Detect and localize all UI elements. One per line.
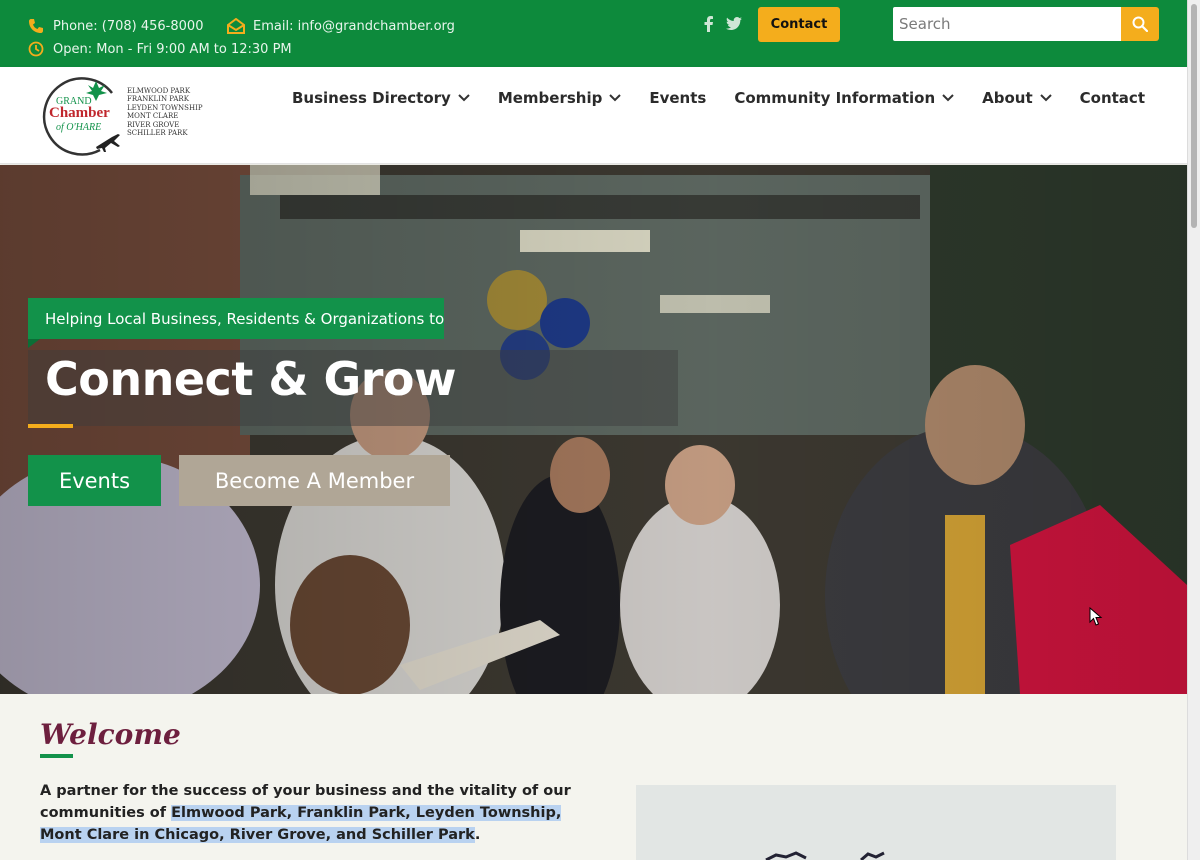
search-button[interactable] [1121,7,1159,41]
nav-business-directory[interactable]: Business Directory [292,89,470,107]
nav-community-information[interactable]: Community Information [734,89,954,107]
chevron-down-icon [942,94,954,102]
nav-contact[interactable]: Contact [1080,89,1145,107]
page-scrollbar[interactable] [1187,0,1200,860]
chevron-down-icon [1039,94,1052,102]
search-box [893,7,1159,41]
svg-text:of O'HARE: of O'HARE [56,122,101,133]
hours-text: Open: Mon - Fri 9:00 AM to 12:30 PM [53,41,292,57]
envelope-open-icon [227,17,245,35]
welcome-image-panel [636,785,1116,860]
clock-icon [27,40,45,58]
welcome-paragraph: A partner for the success of your busine… [40,783,571,843]
search-icon [1132,16,1148,32]
social-links [700,15,742,33]
nav-membership[interactable]: Membership [498,89,622,107]
facebook-icon[interactable] [700,15,716,33]
phone-text: Phone: (708) 456-8000 [53,18,204,34]
hours: Open: Mon - Fri 9:00 AM to 12:30 PM [27,40,292,58]
contact-button-top[interactable]: Contact [758,7,840,42]
twitter-icon[interactable] [726,15,742,33]
events-button[interactable]: Events [28,455,161,506]
logo-towns: ELMWOOD PARK FRANKLIN PARK LEYDEN TOWNSH… [127,87,203,138]
mouse-cursor-icon [1089,607,1103,626]
welcome-heading: Welcome [40,718,181,751]
become-member-button[interactable]: Become A Member [179,455,450,506]
welcome-accent-bar [40,754,73,758]
phone-link[interactable]: Phone: (708) 456-8000 [27,17,203,35]
search-input[interactable] [893,7,1121,41]
svg-text:Chamber: Chamber [49,105,110,121]
scrollbar-thumb[interactable] [1191,4,1197,228]
hero-eyebrow: Helping Local Business, Residents & Orga… [28,298,444,348]
chevron-down-icon [609,94,622,102]
headline-accent-bar [28,424,73,428]
site-logo[interactable]: GRAND Chamber of O'HARE ELMWOOD PARK FRA… [42,71,212,157]
hero-banner: Helping Local Business, Residents & Orga… [0,165,1187,694]
primary-nav: Business Directory Membership Events Com… [292,89,1145,107]
nav-about[interactable]: About [982,89,1052,107]
top-bar: Phone: (708) 456-8000 Email: info@grandc… [0,0,1187,67]
main-header: GRAND Chamber of O'HARE ELMWOOD PARK FRA… [0,67,1187,164]
email-link[interactable]: Email: info@grandchamber.org [227,17,455,35]
phone-icon [27,17,45,35]
chevron-down-icon [458,94,470,102]
nav-events[interactable]: Events [649,89,706,107]
hero-headline: Connect & Grow [45,352,457,406]
email-text: Email: info@grandchamber.org [253,18,455,34]
